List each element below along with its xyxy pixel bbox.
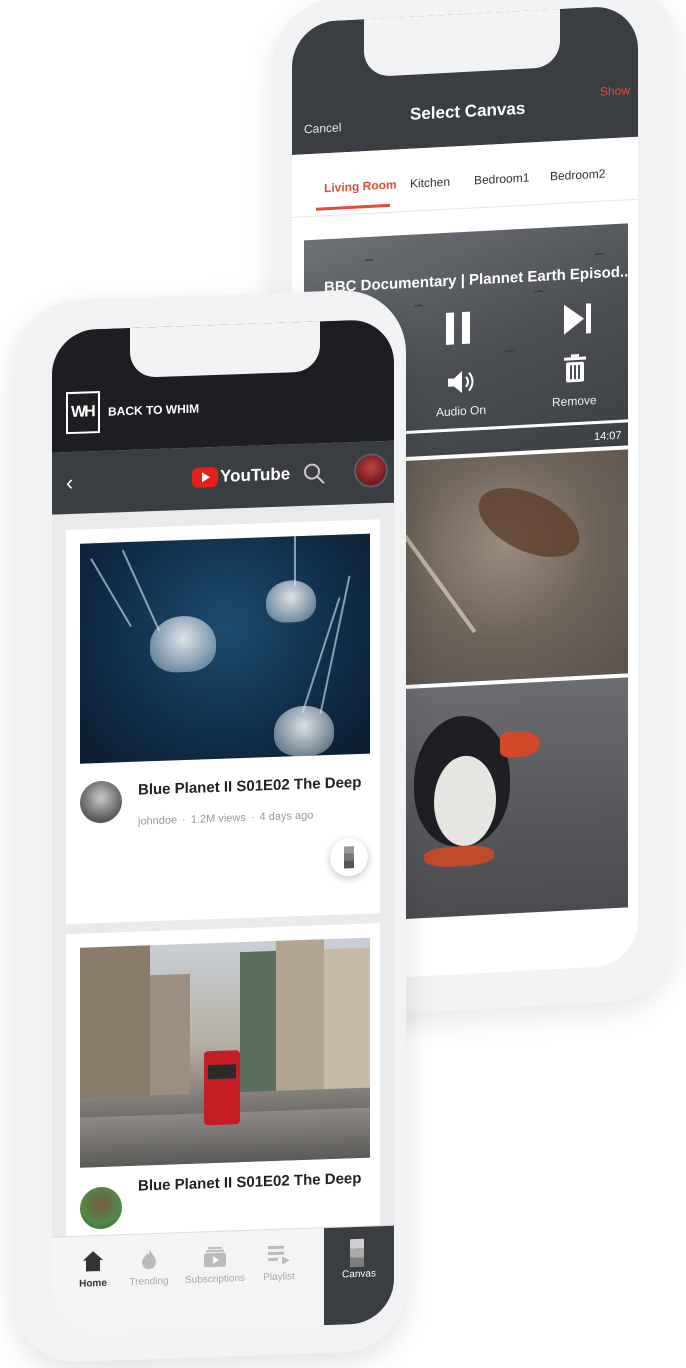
tab-bedroom1[interactable]: Bedroom1 xyxy=(474,171,529,188)
cancel-button[interactable]: Cancel xyxy=(304,120,341,136)
nav-label: Trending xyxy=(129,1275,169,1288)
nav-subscriptions[interactable]: Subscriptions xyxy=(184,1231,246,1331)
violin-decoration xyxy=(467,473,591,572)
youtube-screen: WH BACK TO WHIM ‹ YouTube Blue Planet II… xyxy=(52,318,394,1335)
bird-decoration xyxy=(534,289,544,297)
meta-separator: · xyxy=(182,813,186,827)
building-decoration xyxy=(276,939,324,1091)
home-icon xyxy=(83,1251,103,1272)
channel-name[interactable]: johndoe xyxy=(138,814,177,827)
building-decoration xyxy=(324,947,370,1090)
channel-avatar[interactable] xyxy=(80,1186,122,1230)
video-title[interactable]: Blue Planet II S01E02 The Deep xyxy=(138,1170,361,1195)
tram-window xyxy=(208,1064,236,1080)
bottom-navigation: Home Trending Subscriptions Playlist Can… xyxy=(52,1224,394,1335)
duration-label: 14:07 xyxy=(594,429,622,444)
tab-kitchen[interactable]: Kitchen xyxy=(410,175,450,191)
phone-notch xyxy=(130,321,320,378)
front-phone-frame: WH BACK TO WHIM ‹ YouTube Blue Planet II… xyxy=(14,288,406,1365)
youtube-play-icon xyxy=(192,466,218,488)
user-avatar[interactable] xyxy=(354,452,388,489)
tram-decoration xyxy=(204,1050,240,1126)
show-button[interactable]: Show xyxy=(600,83,630,99)
puffin-feet xyxy=(424,844,494,869)
active-tab-indicator xyxy=(316,203,390,211)
jellyfish-decoration xyxy=(274,704,334,757)
jellyfish-decoration xyxy=(266,579,316,624)
building-decoration xyxy=(240,950,276,1093)
subscriptions-icon xyxy=(204,1246,226,1268)
back-to-whim-link[interactable]: BACK TO WHIM xyxy=(108,402,199,419)
select-canvas-header: Cancel Select Canvas Show xyxy=(292,4,638,155)
nav-label: Home xyxy=(79,1277,107,1290)
skip-next-icon[interactable] xyxy=(564,303,592,335)
building-decoration xyxy=(150,973,190,1096)
speaker-icon[interactable] xyxy=(448,369,478,395)
video-thumbnail[interactable] xyxy=(80,937,370,1168)
remove-label: Remove xyxy=(552,392,597,410)
pause-icon[interactable] xyxy=(446,312,472,345)
bird-decoration xyxy=(414,304,424,311)
chevron-left-icon[interactable]: ‹ xyxy=(66,470,73,496)
cast-to-canvas-button[interactable] xyxy=(330,837,368,877)
bird-decoration xyxy=(594,252,604,260)
canvas-icon xyxy=(344,846,354,869)
nav-trending[interactable]: Trending xyxy=(118,1233,180,1333)
jellyfish-decoration xyxy=(150,614,216,674)
now-playing-title: BBC Documentary | Plannet Earth Episod..… xyxy=(324,263,633,297)
video-card[interactable]: Blue Planet II S01E02 The Deep xyxy=(66,923,380,1245)
channel-avatar[interactable] xyxy=(80,780,122,824)
tentacle-decoration xyxy=(294,536,296,587)
nav-canvas[interactable]: Canvas xyxy=(324,1225,394,1327)
youtube-wordmark: YouTube xyxy=(220,464,291,486)
playlist-icon xyxy=(268,1245,290,1265)
bird-decoration xyxy=(504,349,514,356)
nav-label: Canvas xyxy=(342,1268,376,1281)
video-meta: johndoe · 1.2M views · 4 days ago xyxy=(138,810,313,828)
whim-top-bar: WH BACK TO WHIM xyxy=(52,318,394,453)
canvas-icon xyxy=(350,1238,364,1268)
nav-playlist[interactable]: Playlist xyxy=(248,1229,310,1329)
whim-logo[interactable]: WH xyxy=(66,390,100,435)
bird-decoration xyxy=(364,258,374,266)
nav-home[interactable]: Home xyxy=(62,1235,124,1335)
phone-notch xyxy=(364,8,560,78)
nav-label: Playlist xyxy=(263,1271,295,1284)
audio-on-label: Audio On xyxy=(436,402,487,420)
view-count: 1.2M views xyxy=(190,811,246,826)
trash-icon[interactable] xyxy=(564,353,586,383)
nav-label: Subscriptions xyxy=(184,1272,246,1287)
video-card[interactable]: Blue Planet II S01E02 The Deep johndoe · 1… xyxy=(66,519,380,925)
upload-age: 4 days ago xyxy=(259,809,314,824)
tab-living-room[interactable]: Living Room xyxy=(324,177,397,195)
meta-separator: · xyxy=(250,811,255,824)
video-thumbnail[interactable] xyxy=(80,533,370,764)
youtube-header: ‹ YouTube xyxy=(52,440,394,515)
whim-logo-text: WH xyxy=(71,403,94,422)
video-title[interactable]: Blue Planet II S01E02 The Deep xyxy=(138,774,361,799)
building-decoration xyxy=(80,945,150,1098)
tab-bedroom2[interactable]: Bedroom2 xyxy=(550,167,605,184)
screen-title: Select Canvas xyxy=(410,98,526,124)
puffin-beak xyxy=(500,729,540,759)
flame-icon xyxy=(142,1249,156,1270)
tentacle-decoration xyxy=(90,558,132,628)
search-icon[interactable] xyxy=(302,461,326,486)
